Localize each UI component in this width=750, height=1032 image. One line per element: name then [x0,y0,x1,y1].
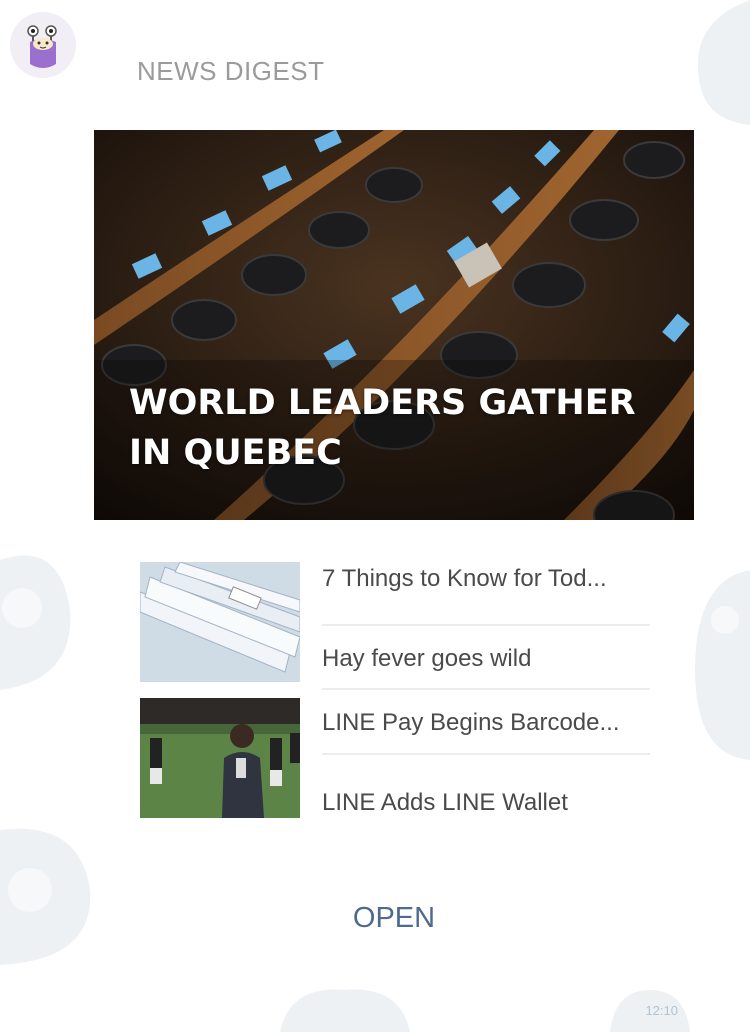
divider [322,624,650,626]
background-mascot-right-2 [695,570,750,760]
news-digest-card[interactable]: NEWS DIGEST WORLD LEADERS GATHER IN QUEB… [94,0,694,1032]
news-item-4[interactable]: LINE Adds LINE Wallet [322,784,650,848]
divider [322,688,650,690]
hero-headline: WORLD LEADERS GATHER IN QUEBEC [129,383,636,473]
divider [322,753,650,755]
news-item-3[interactable]: LINE Pay Begins Barcode... [322,704,650,768]
news-item-2[interactable]: Hay fever goes wild [322,640,650,704]
news-item-2-label: Hay fever goes wild [322,645,532,672]
documents-files-photo [140,562,300,682]
news-item-1[interactable]: 7 Things to Know for Tod... [322,562,650,626]
message-timestamp: 12:10 [645,1003,678,1018]
card-title: NEWS DIGEST [137,56,325,86]
monster-mascot-icon [10,12,76,78]
background-mascot-right-1 [697,0,750,125]
sender-avatar[interactable] [10,12,76,78]
thumbnail-1[interactable] [140,562,300,682]
news-item-1-label: 7 Things to Know for Tod... [322,565,607,592]
open-button[interactable]: OPEN [320,896,468,940]
thumbnail-2[interactable] [140,698,300,818]
news-item-4-label: LINE Adds LINE Wallet [322,789,568,816]
background-mascot-left-2 [0,828,91,965]
news-item-3-label: LINE Pay Begins Barcode... [322,709,620,736]
hero-story[interactable]: WORLD LEADERS GATHER IN QUEBEC [94,130,694,520]
background-mascot-left-1 [0,555,71,690]
soccer-field-photo [140,698,300,818]
